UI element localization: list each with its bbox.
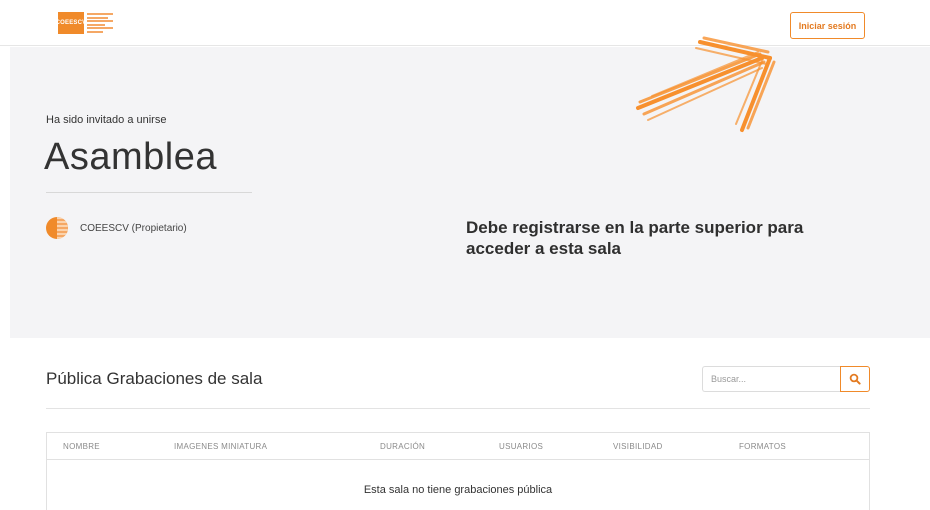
owner-avatar — [46, 217, 68, 239]
login-button[interactable]: Iniciar sesión — [790, 12, 865, 39]
column-header-thumbnails[interactable]: IMAGENES MINIATURA — [174, 442, 267, 451]
column-header-users[interactable]: USUARIOS — [499, 442, 543, 451]
column-header-duration[interactable]: DURACIÓN — [380, 442, 425, 451]
top-navbar: COEESCV Iniciar sesión — [0, 0, 930, 46]
search-icon — [849, 373, 861, 385]
invite-label: Ha sido invitado a unirse — [46, 114, 167, 126]
owner-name: COEESCV (Propietario) — [80, 222, 187, 234]
empty-recordings-message: Esta sala no tiene grabaciones pública — [363, 484, 553, 496]
brand-logo[interactable]: COEESCV — [55, 12, 114, 34]
recordings-table: NOMBRE IMAGENES MINIATURA DURACIÓN USUAR… — [46, 432, 870, 510]
pointer-arrow-icon — [636, 36, 776, 132]
logo-text-lines — [87, 12, 113, 34]
logo-text: COEESCV — [55, 20, 87, 26]
title-divider — [46, 192, 252, 193]
recordings-search — [702, 366, 870, 392]
recordings-title: Pública Grabaciones de sala — [46, 369, 263, 388]
search-button[interactable] — [840, 366, 870, 392]
section-divider — [46, 408, 870, 409]
room-title: Asamblea — [44, 136, 217, 178]
room-owner: COEESCV (Propietario) — [46, 217, 187, 239]
logo-mark: COEESCV — [55, 12, 87, 34]
column-header-name[interactable]: NOMBRE — [63, 442, 100, 451]
search-input[interactable] — [702, 366, 840, 392]
column-header-visibility[interactable]: VISIBILIDAD — [613, 442, 663, 451]
table-header: NOMBRE IMAGENES MINIATURA DURACIÓN USUAR… — [47, 433, 869, 460]
register-message: Debe registrarse en la parte superior pa… — [466, 218, 804, 258]
column-header-formats[interactable]: FORMATOS — [739, 442, 786, 451]
